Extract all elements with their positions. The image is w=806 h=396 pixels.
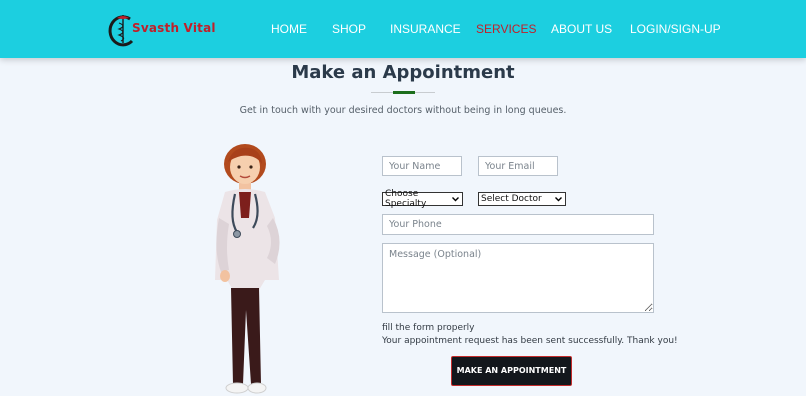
nav-home[interactable]: HOME <box>271 22 307 36</box>
doctor-illustration <box>215 144 280 394</box>
nav-services[interactable]: SERVICES <box>476 22 536 36</box>
page-subtitle: Get in touch with your desired doctors w… <box>239 105 567 116</box>
success-message: Your appointment request has been sent s… <box>382 336 678 346</box>
nav-about-us[interactable]: ABOUT US <box>551 22 612 36</box>
phone-input[interactable] <box>382 214 654 235</box>
nav-insurance[interactable]: INSURANCE <box>390 22 461 36</box>
chevron-down-icon <box>555 197 562 202</box>
navbar: Svasth Vital HOME SHOP INSURANCE SERVICE… <box>0 0 806 58</box>
email-input[interactable] <box>478 156 558 176</box>
make-appointment-button[interactable]: MAKE AN APPOINTMENT <box>451 356 572 386</box>
title-divider-accent <box>393 91 415 94</box>
nav-login-signup[interactable]: LOGIN/SIGN-UP <box>630 22 721 36</box>
specialty-select[interactable]: Choose Specialty <box>382 189 463 209</box>
brand-logo[interactable]: Svasth Vital <box>108 11 218 49</box>
validation-message: fill the form properly <box>382 323 475 333</box>
page-title: Make an Appointment <box>291 62 515 83</box>
chevron-down-icon <box>452 197 459 202</box>
name-input[interactable] <box>382 156 462 176</box>
doctor-select-value: Select Doctor <box>481 194 542 204</box>
brand-name: Svasth Vital <box>132 21 216 35</box>
doctor-select[interactable]: Select Doctor <box>478 192 566 206</box>
nav-shop[interactable]: SHOP <box>332 22 366 36</box>
message-textarea[interactable] <box>382 243 654 313</box>
